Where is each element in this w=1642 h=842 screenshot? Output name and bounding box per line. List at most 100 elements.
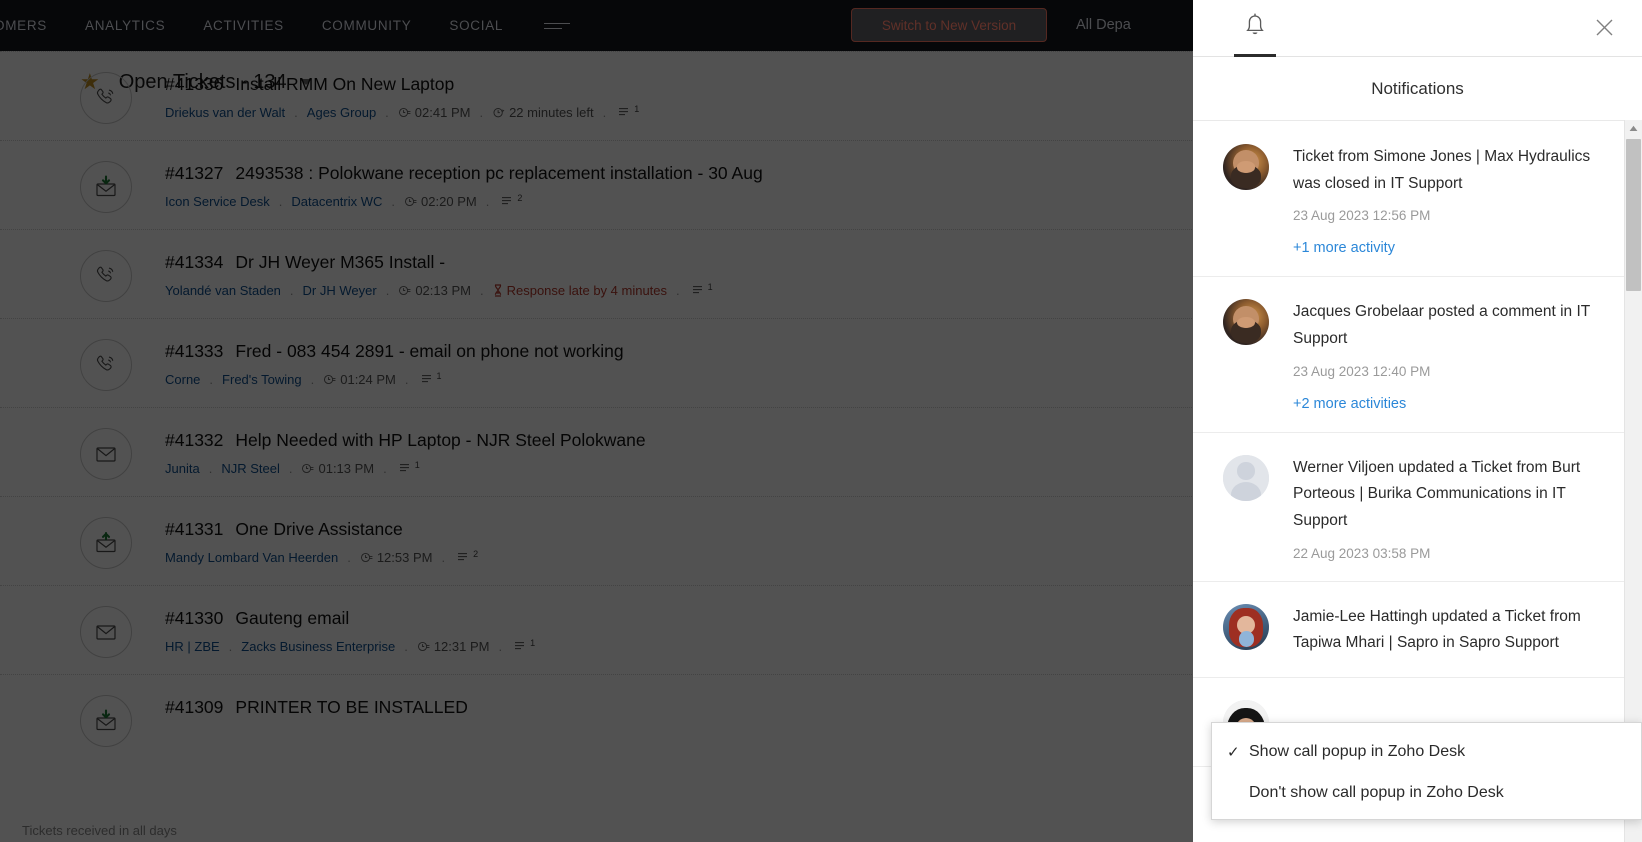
ticket-account[interactable]: Ages Group (307, 105, 376, 120)
ticket-id: #41327 (165, 163, 224, 183)
notification-timestamp: 23 Aug 2023 12:56 PM (1293, 208, 1431, 224)
ticket-sla: Response late by 4 minutes (493, 283, 667, 298)
ticket-thread-count: 1 (692, 282, 713, 298)
ticket-time: 01:24 PM (323, 372, 396, 387)
tab-notifications[interactable] (1227, 0, 1283, 57)
avatar-bearded-man (1223, 299, 1269, 346)
ticket-title[interactable]: #41327 2493538 : Polokwane reception pc r… (165, 163, 763, 184)
active-tab-underline (1234, 54, 1276, 57)
avatar-bearded-man (1223, 144, 1269, 190)
ticket-meta: HR | ZBE. Zacks Business Enterprise. 12:31… (165, 638, 536, 654)
notification-message: Jacques Grobelaar posted a comment in IT… (1293, 303, 1590, 347)
ticket-meta: Corne. Fred's Towing. 01:24 PM. 1 (165, 371, 442, 387)
ticket-id: #41336 (165, 74, 224, 94)
ticket-title[interactable]: #41334 Dr JH Weyer M365 Install - (165, 252, 713, 273)
ticket-thread-count: 1 (618, 104, 639, 120)
notification-item[interactable]: Jamie-Lee Hattingh updated a Ticket from… (1193, 582, 1624, 678)
notifications-panel: Notifications Ticket from Simone Jones |… (1193, 0, 1642, 842)
ticket-meta: Driekus van der Walt. Ages Group. 02:41 PM… (165, 104, 640, 120)
ticket-account[interactable]: Fred's Towing (222, 372, 302, 387)
ticket-account[interactable]: NJR Steel (221, 461, 280, 476)
ticket-time: 02:41 PM (398, 105, 470, 120)
ticket-title[interactable]: #41332 Help Needed with HP Laptop - NJR S… (165, 430, 646, 451)
ticket-id: #41333 (165, 341, 224, 361)
scroll-up-arrow-icon[interactable] (1625, 120, 1642, 137)
nav-link-community[interactable]: COMMUNITY (303, 0, 431, 51)
ticket-contact[interactable]: Junita (165, 461, 200, 476)
phone-icon (80, 339, 132, 391)
nav-link-social[interactable]: SOCIAL (430, 0, 522, 51)
ticket-id: #41330 (165, 608, 224, 628)
ticket-time: 02:20 PM (404, 194, 477, 209)
nav-link-analytics[interactable]: ANALYTICS (66, 0, 184, 51)
ticket-subject: Gauteng email (235, 608, 350, 628)
ticket-title[interactable]: #41331 One Drive Assistance (165, 519, 478, 540)
mail-received-icon (80, 695, 132, 747)
ticket-title[interactable]: #41330 Gauteng email (165, 608, 535, 629)
ticket-contact[interactable]: Corne (165, 372, 200, 387)
ticket-meta: Yolandé van Staden. Dr JH Weyer. 02:13 PM.… (165, 282, 713, 298)
notification-timestamp: 23 Aug 2023 12:40 PM (1293, 363, 1431, 379)
ticket-thread-count: 2 (501, 193, 522, 209)
ticket-subject: 2493538 : Polokwane reception pc replace… (235, 163, 763, 183)
ticket-id: #41309 (165, 697, 224, 717)
ticket-subject: Install RMM On New Laptop (235, 74, 455, 94)
ticket-account[interactable]: Zacks Business Enterprise (241, 639, 395, 654)
nav-link-customers[interactable]: OMERS (0, 0, 66, 51)
notification-text: Ticket from Simone Jones | Max Hydraulic… (1293, 144, 1604, 256)
notification-item[interactable]: Ticket from Simone Jones | Max Hydraulic… (1193, 122, 1624, 278)
ticket-time: 02:13 PM (398, 283, 471, 298)
ticket-contact[interactable]: Driekus van der Walt (165, 105, 285, 120)
close-icon[interactable] (1590, 13, 1618, 41)
notifications-tabbar (1193, 0, 1642, 57)
mail-icon (80, 606, 132, 658)
bell-icon (1243, 13, 1267, 44)
avatar-placeholder (1223, 454, 1269, 501)
ticket-id: #41332 (165, 430, 224, 450)
scroll-thumb[interactable] (1626, 139, 1641, 291)
ticket-subject: Dr JH Weyer M365 Install - (235, 252, 446, 272)
phone-icon (80, 72, 132, 124)
call-popup-menu-item-label: Don't show call popup in Zoho Desk (1249, 783, 1504, 801)
ticket-body: #41331 One Drive Assistance Mandy Lombard … (165, 517, 478, 565)
call-popup-menu-item[interactable]: Don't show call popup in Zoho Desk (1212, 772, 1641, 813)
ticket-subject: Help Needed with HP Laptop - NJR Steel P… (235, 430, 646, 450)
ticket-title[interactable]: #41333 Fred - 083 454 2891 - email on pho… (165, 341, 624, 362)
notification-text: Jacques Grobelaar posted a comment in IT… (1293, 299, 1604, 411)
ticket-contact[interactable]: Mandy Lombard Van Heerden (165, 550, 338, 565)
call-popup-menu-item-label: Show call popup in Zoho Desk (1249, 742, 1466, 760)
ticket-contact[interactable]: Icon Service Desk (165, 194, 270, 209)
ticket-thread-count: 1 (514, 638, 535, 654)
ticket-subject: Fred - 083 454 2891 - email on phone not… (235, 341, 624, 361)
switch-to-new-version-button[interactable]: Switch to New Version (851, 8, 1047, 42)
phone-icon (80, 250, 132, 302)
notification-item[interactable]: Jacques Grobelaar posted a comment in IT… (1193, 277, 1624, 433)
ticket-subject: PRINTER TO BE INSTALLED (235, 697, 468, 717)
ticket-id: #41331 (165, 519, 224, 539)
ticket-time: 01:13 PM (301, 461, 374, 476)
nav-link-activities[interactable]: ACTIVITIES (184, 0, 303, 51)
ticket-meta: Mandy Lombard Van Heerden. 12:53 PM. 2 (165, 549, 479, 565)
ticket-contact[interactable]: Yolandé van Staden (165, 283, 281, 298)
ticket-title[interactable]: #41336 Install RMM On New Laptop (165, 74, 639, 95)
ticket-title[interactable]: #41309 PRINTER TO BE INSTALLED (165, 697, 468, 718)
notification-item[interactable]: Werner Viljoen updated a Ticket from Bur… (1193, 433, 1624, 582)
call-popup-menu-item[interactable]: ✓ Show call popup in Zoho Desk (1212, 731, 1641, 772)
notification-more-activities-link[interactable]: +1 more activity (1293, 240, 1604, 256)
ticket-time: 12:31 PM (417, 639, 489, 654)
notification-more-activities-link[interactable]: +2 more activities (1293, 396, 1604, 412)
ticket-contact[interactable]: HR | ZBE (165, 639, 220, 654)
ticket-account[interactable]: Dr JH Weyer (303, 283, 377, 298)
list-footer-note: Tickets received in all days (22, 823, 177, 838)
department-selector[interactable]: All Depa (1076, 0, 1131, 51)
ticket-body: #41327 2493538 : Polokwane reception pc r… (165, 161, 763, 209)
ticket-account[interactable]: Datacentrix WC (291, 194, 382, 209)
mail-icon (80, 428, 132, 480)
ticket-body: #41330 Gauteng email HR | ZBE. Zacks Busine… (165, 606, 535, 654)
ticket-thread-count: 2 (457, 549, 478, 565)
call-popup-context-menu[interactable]: ✓ Show call popup in Zoho Desk Don't show … (1211, 722, 1642, 820)
hamburger-more-icon[interactable] (544, 19, 571, 33)
ticket-body: #41332 Help Needed with HP Laptop - NJR S… (165, 428, 646, 476)
mail-received-icon (80, 161, 132, 213)
notification-message: Jamie-Lee Hattingh updated a Ticket from… (1293, 607, 1581, 652)
